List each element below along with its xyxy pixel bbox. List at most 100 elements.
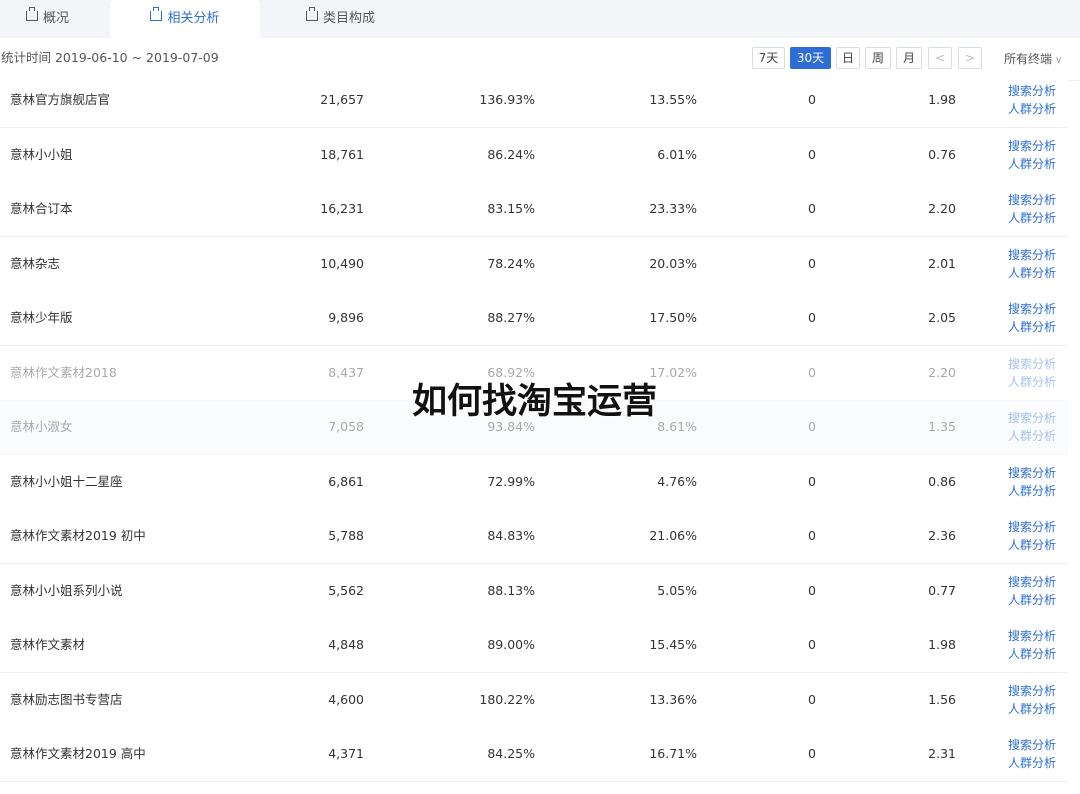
row-actions: 搜索分析 人群分析 [1008, 573, 1056, 609]
value-cell: 2.36 [928, 528, 956, 543]
crowd-analysis-link[interactable]: 人群分析 [1008, 482, 1056, 500]
prev-period-button[interactable]: < [928, 47, 952, 69]
tab-category-composition[interactable]: 类目构成 [306, 0, 375, 38]
tab-label: 相关分析 [167, 11, 220, 26]
search-analysis-link[interactable]: 搜索分析 [1008, 736, 1056, 754]
rate-cell: 180.22% [479, 691, 535, 707]
crowd-analysis-link[interactable]: 人群分析 [1008, 536, 1056, 554]
visitor-count-cell: 9,896 [328, 310, 364, 325]
period-month-button[interactable]: 月 [896, 47, 922, 69]
rate-cell: 84.25% [487, 746, 535, 761]
shop-name-cell: 意林小淑女 [10, 419, 73, 434]
crowd-analysis-link[interactable]: 人群分析 [1008, 209, 1056, 227]
search-analysis-link[interactable]: 搜索分析 [1008, 137, 1056, 155]
table-row: 意林作文素材 4,848 89.00% 15.45% 0 1.98 搜索分析 人群分析 [0, 618, 1068, 673]
crowd-analysis-link[interactable]: 人群分析 [1008, 373, 1056, 391]
shop-name-cell: 意林杂志 [10, 255, 61, 271]
zero-value-cell: 0 [808, 146, 816, 162]
date-range-label: 统计时间 2019-06-10 ~ 2019-07-09 [1, 50, 219, 65]
zero-value-cell: 0 [808, 582, 816, 598]
crowd-analysis-link[interactable]: 人群分析 [1008, 700, 1056, 718]
row-actions: 搜索分析 人群分析 [1008, 409, 1056, 445]
table-row: 意林励志图书专营店 4,600 180.22% 13.36% 0 1.56 搜索分析 人群分析 [0, 672, 1068, 728]
row-actions: 搜索分析 人群分析 [1008, 682, 1056, 718]
search-analysis-link[interactable]: 搜索分析 [1008, 627, 1056, 645]
search-analysis-link[interactable]: 搜索分析 [1008, 246, 1056, 264]
row-actions: 搜索分析 人群分析 [1008, 464, 1056, 500]
visitor-count-cell: 4,371 [328, 746, 364, 761]
conversion-cell: 17.50% [649, 310, 697, 325]
conversion-cell: 4.76% [657, 473, 697, 489]
search-analysis-link[interactable]: 搜索分析 [1008, 300, 1056, 318]
zero-value-cell: 0 [808, 637, 816, 652]
bag-icon [26, 7, 38, 21]
row-actions: 搜索分析 人群分析 [1008, 191, 1056, 227]
search-analysis-link[interactable]: 搜索分析 [1008, 409, 1056, 427]
search-analysis-link[interactable]: 搜索分析 [1008, 682, 1056, 700]
row-actions: 搜索分析 人群分析 [1008, 246, 1056, 282]
crowd-analysis-link[interactable]: 人群分析 [1008, 155, 1056, 173]
value-cell: 2.01 [928, 255, 956, 271]
rate-cell: 88.13% [487, 582, 535, 598]
tab-overview[interactable]: 概况 [26, 0, 69, 38]
conversion-cell: 16.71% [649, 746, 697, 761]
value-cell: 0.77 [928, 582, 956, 598]
search-analysis-link[interactable]: 搜索分析 [1008, 573, 1056, 591]
shop-name-cell: 意林官方旗舰店官 [10, 92, 111, 107]
value-cell: 2.20 [928, 364, 956, 380]
bag-icon [150, 7, 163, 21]
row-actions: 搜索分析 人群分析 [1008, 137, 1056, 173]
table-row: 意林合订本 16,231 83.15% 23.33% 0 2.20 搜索分析 人群分析 [0, 182, 1068, 237]
table-row: 意林小小姐 18,761 86.24% 6.01% 0 0.76 搜索分析 人群分析 [0, 127, 1068, 183]
search-analysis-link[interactable]: 搜索分析 [1008, 82, 1056, 100]
shop-name-cell: 意林作文素材 [10, 637, 86, 652]
overlay-caption: 如何找淘宝运营 [412, 382, 658, 422]
period-30day-button[interactable]: 30天 [790, 47, 831, 69]
visitor-count-cell: 10,490 [320, 255, 364, 271]
conversion-cell: 13.55% [649, 92, 697, 107]
visitor-count-cell: 8,437 [328, 364, 364, 380]
chevron-right-icon: > [964, 51, 976, 65]
conversion-cell: 20.03% [649, 255, 697, 271]
shop-name-cell: 意林合订本 [10, 201, 73, 216]
period-day-button[interactable]: 日 [836, 47, 860, 69]
period-7day-button[interactable]: 7天 [752, 47, 785, 69]
shop-name-cell: 意林少年版 [10, 310, 73, 325]
value-cell: 0.86 [928, 473, 956, 489]
crowd-analysis-link[interactable]: 人群分析 [1008, 645, 1056, 663]
zero-value-cell: 0 [808, 473, 816, 489]
shop-name-cell: 意林作文素材2019 高中 [10, 746, 146, 761]
table-row: 意林官方旗舰店官 21,657 136.93% 13.55% 0 1.98 搜索分析 人群分析 [0, 73, 1068, 128]
value-cell: 1.98 [928, 92, 956, 107]
value-cell: 1.35 [928, 419, 956, 434]
search-analysis-link[interactable]: 搜索分析 [1008, 518, 1056, 536]
crowd-analysis-link[interactable]: 人群分析 [1008, 427, 1056, 445]
crowd-analysis-link[interactable]: 人群分析 [1008, 100, 1056, 118]
conversion-cell: 13.36% [649, 691, 697, 707]
shop-name-cell: 意林小小姐十二星座 [10, 473, 123, 489]
crowd-analysis-link[interactable]: 人群分析 [1008, 754, 1056, 772]
value-cell: 2.05 [928, 310, 956, 325]
period-week-button[interactable]: 周 [865, 47, 891, 69]
crowd-analysis-link[interactable]: 人群分析 [1008, 318, 1056, 336]
next-period-button[interactable]: > [958, 47, 982, 69]
zero-value-cell: 0 [808, 364, 816, 380]
zero-value-cell: 0 [808, 310, 816, 325]
table-row: 意林作文素材2019 初中 5,788 84.83% 21.06% 0 2.36 搜索分析人… [0, 509, 1068, 564]
search-analysis-link[interactable]: 搜索分析 [1008, 464, 1056, 482]
crowd-analysis-link[interactable]: 人群分析 [1008, 591, 1056, 609]
search-analysis-link[interactable]: 搜索分析 [1008, 355, 1056, 373]
crowd-analysis-link[interactable]: 人群分析 [1008, 264, 1056, 282]
zero-value-cell: 0 [808, 691, 816, 707]
value-cell: 0.76 [928, 146, 956, 162]
visitor-count-cell: 5,788 [328, 528, 364, 543]
tab-related-analysis[interactable]: 相关分析 [110, 0, 260, 38]
value-cell: 1.98 [928, 637, 956, 652]
conversion-cell: 23.33% [649, 201, 697, 216]
conversion-cell: 15.45% [649, 637, 697, 652]
rate-cell: 89.00% [487, 637, 535, 652]
terminal-select-value: 所有终端 [1004, 52, 1053, 66]
search-analysis-link[interactable]: 搜索分析 [1008, 191, 1056, 209]
shop-name-cell: 意林小小姐 [10, 146, 73, 162]
rate-cell: 136.93% [479, 92, 535, 107]
